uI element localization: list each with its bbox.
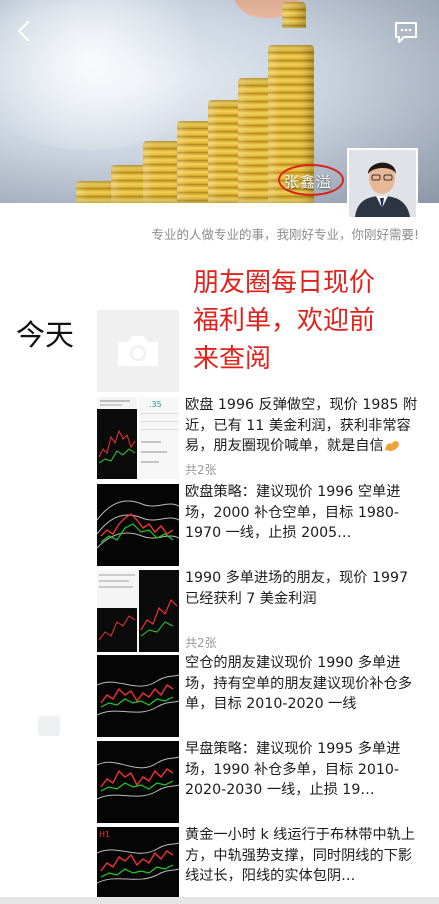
feed-post[interactable]: 空仓的朋友建议现价 1990 多单进场，持有空单的朋友建议现价补仓多单，目标 2… bbox=[97, 655, 427, 737]
post-text: 1990 多单进场的朋友，现价 1997 已经获利 7 美金利润 bbox=[185, 570, 409, 607]
feed-post[interactable]: .35 欧盘 1996 反弹做空，现价 1985 附近，已有 11 美金利润，获… bbox=[97, 397, 427, 479]
post-thumbnail[interactable]: .35 bbox=[97, 397, 179, 479]
promo-line-1: 朋友圈每日现价 bbox=[193, 268, 376, 298]
bottom-bar bbox=[0, 897, 439, 904]
new-post-camera-button[interactable] bbox=[97, 310, 179, 392]
avatar[interactable] bbox=[347, 148, 418, 219]
profile-signature: 专业的人做专业的事，我刚好专业，你刚好需要! bbox=[151, 227, 419, 242]
post-text: 早盘策略：建议现价 1995 多单进场，1990 补仓多单，目标 2010-20… bbox=[185, 741, 401, 798]
image-count: 共2张 bbox=[185, 463, 217, 477]
promo-text: 朋友圈每日现价 福利单，欢迎前 来查阅 bbox=[193, 264, 418, 378]
promo-line-2: 福利单，欢迎前 bbox=[193, 306, 376, 336]
post-thumbnail[interactable]: H1 bbox=[97, 827, 179, 897]
post-text: 空仓的朋友建议现价 1990 多单进场，持有空单的朋友建议现价补仓多单，目标 2… bbox=[185, 655, 413, 712]
post-text: 欧盘 1996 反弹做空，现价 1985 附近，已有 11 美金利润，获利非常容… bbox=[185, 397, 418, 454]
svg-text:.35: .35 bbox=[149, 400, 162, 409]
post-thumbnail[interactable] bbox=[97, 741, 179, 823]
post-thumbnail[interactable] bbox=[97, 484, 179, 566]
feed-post[interactable]: 欧盘策略：建议现价 1996 空单进场，2000 补仓空单，目标 1980-19… bbox=[97, 484, 427, 566]
feed-post[interactable]: H1 黄金一小时 k 线运行于布林带中轨上方，中轨强势支撑，同时阴线的下影线过长… bbox=[97, 827, 427, 897]
post-text: 黄金一小时 k 线运行于布林带中轨上方，中轨强势支撑，同时阴线的下影线过长，阳线… bbox=[185, 827, 416, 884]
placeholder-block bbox=[38, 716, 60, 736]
post-text: 欧盘策略：建议现价 1996 空单进场，2000 补仓空单，目标 1980-19… bbox=[185, 484, 401, 541]
date-label: 今天 bbox=[16, 318, 75, 352]
camera-icon bbox=[118, 336, 158, 366]
muscle-emoji-icon bbox=[384, 441, 399, 451]
message-icon[interactable] bbox=[392, 18, 420, 46]
post-thumbnail[interactable] bbox=[97, 570, 179, 652]
profile-name: 张鑫溢 bbox=[284, 173, 333, 191]
feed-post[interactable]: 1990 多单进场的朋友，现价 1997 已经获利 7 美金利润 共2张 bbox=[97, 570, 427, 652]
post-thumbnail[interactable] bbox=[97, 655, 179, 737]
back-chevron-icon[interactable] bbox=[12, 18, 38, 44]
svg-text:H1: H1 bbox=[99, 830, 110, 839]
feed-post[interactable]: 早盘策略：建议现价 1995 多单进场，1990 补仓多单，目标 2010-20… bbox=[97, 741, 427, 823]
promo-line-3: 来查阅 bbox=[193, 344, 272, 374]
image-count: 共2张 bbox=[185, 636, 217, 650]
